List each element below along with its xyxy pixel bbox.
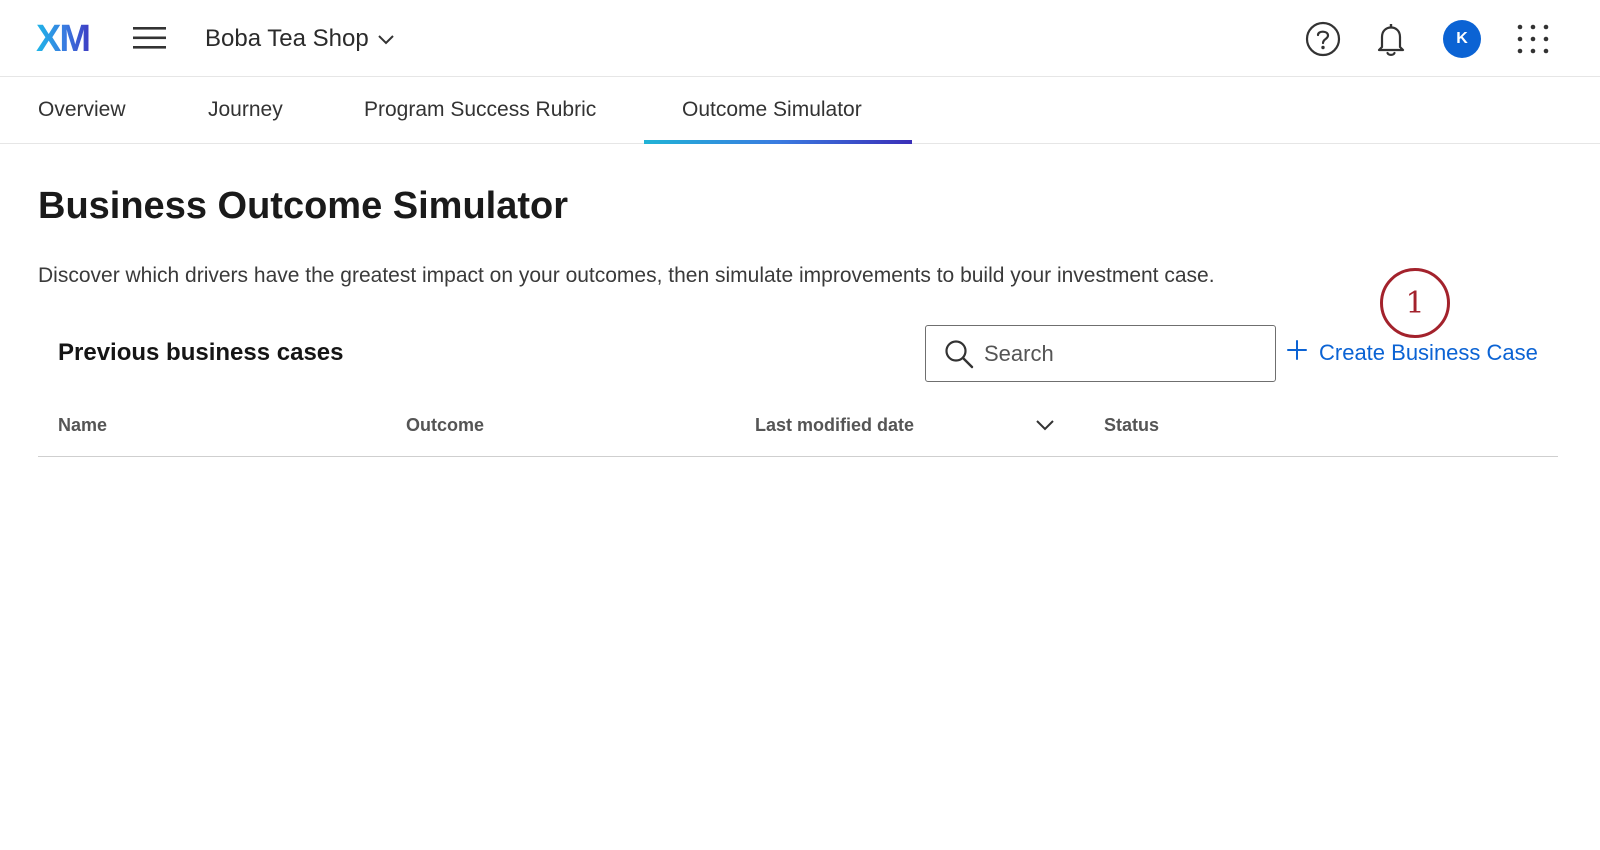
project-switcher[interactable]: Boba Tea Shop bbox=[205, 24, 395, 54]
annotation-marker: 1 bbox=[1380, 268, 1450, 338]
page-description: Discover which drivers have the greatest… bbox=[38, 264, 1215, 287]
avatar[interactable]: K bbox=[1443, 20, 1481, 58]
active-tab-indicator bbox=[644, 140, 912, 144]
create-business-case-label: Create Business Case bbox=[1319, 340, 1538, 365]
section-title: Previous business cases bbox=[58, 339, 344, 366]
column-header-last-modified[interactable]: Last modified date bbox=[755, 415, 914, 436]
apps-grid-icon[interactable] bbox=[1514, 20, 1552, 58]
chevron-down-icon bbox=[377, 25, 395, 53]
business-cases-table-header: Name Outcome Last modified date Status bbox=[38, 395, 1558, 457]
top-bar: XM Boba Tea Shop K bbox=[0, 0, 1600, 77]
tab-journey[interactable]: Journey bbox=[208, 78, 283, 144]
bell-icon[interactable] bbox=[1372, 20, 1410, 58]
column-header-name[interactable]: Name bbox=[58, 415, 107, 436]
column-header-status[interactable]: Status bbox=[1104, 415, 1159, 436]
menu-icon[interactable] bbox=[133, 24, 167, 52]
sort-chevron-icon[interactable] bbox=[1033, 413, 1057, 437]
search-box[interactable] bbox=[925, 325, 1276, 382]
page-title: Business Outcome Simulator bbox=[38, 185, 569, 227]
tab-bar: Overview Journey Program Success Rubric … bbox=[0, 78, 1600, 144]
plus-icon bbox=[1287, 340, 1307, 366]
project-name: Boba Tea Shop bbox=[205, 25, 369, 52]
create-business-case-button[interactable]: Create Business Case bbox=[1287, 335, 1538, 371]
tab-overview[interactable]: Overview bbox=[38, 78, 126, 144]
search-icon bbox=[926, 326, 984, 381]
tab-outcome-simulator[interactable]: Outcome Simulator bbox=[682, 78, 862, 144]
xm-logo[interactable]: XM bbox=[36, 20, 91, 58]
column-header-outcome[interactable]: Outcome bbox=[406, 415, 484, 436]
help-icon[interactable] bbox=[1304, 20, 1342, 58]
search-input[interactable] bbox=[984, 333, 1254, 374]
tab-program-success-rubric[interactable]: Program Success Rubric bbox=[364, 78, 596, 144]
